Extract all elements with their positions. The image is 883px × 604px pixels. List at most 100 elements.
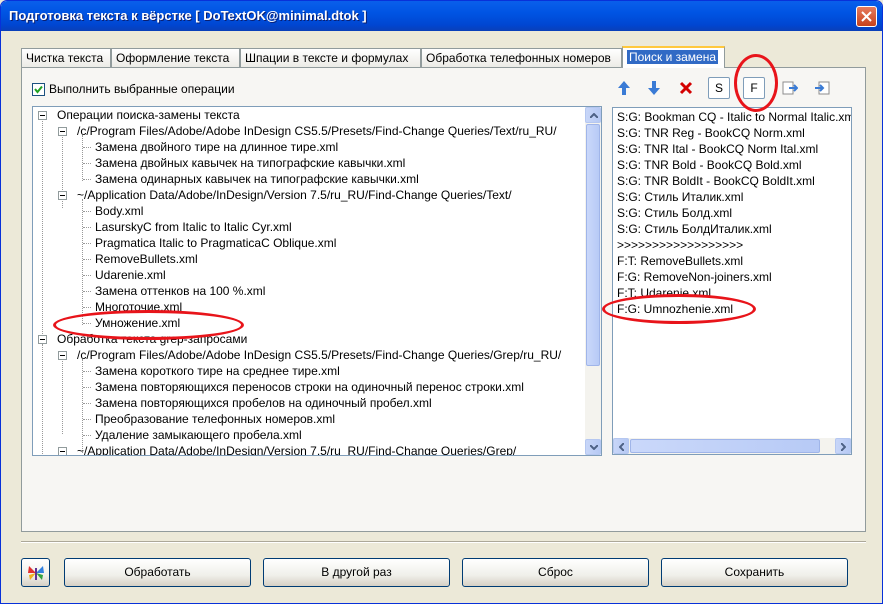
save-button[interactable]: Сохранить: [661, 558, 848, 587]
list-item[interactable]: S:G: TNR Reg - BookCQ Norm.xml: [617, 125, 805, 141]
export-icon: [782, 81, 799, 95]
tree-item[interactable]: LasurskyC from Italic to Italic Cyr.xml: [95, 219, 292, 235]
list-item[interactable]: S:G: Стиль Болд.xml: [617, 205, 732, 221]
scroll-thumb[interactable]: [630, 439, 820, 453]
tree-node-grep-ops[interactable]: Обработка текста grep-запросами: [57, 331, 247, 347]
tree-item[interactable]: Udarenie.xml: [95, 267, 166, 283]
tree-guide: [83, 211, 91, 212]
tree-item[interactable]: Замена одинарных кавычек на типографские…: [95, 171, 419, 187]
tree-item[interactable]: Преобразование телефонных номеров.xml: [95, 411, 335, 427]
tree-item[interactable]: Замена короткого тире на среднее тире.xm…: [95, 363, 340, 379]
tree-item[interactable]: Умножение.xml: [95, 315, 180, 331]
tree-node-folder[interactable]: /c/Program Files/Adobe/Adobe InDesign CS…: [77, 347, 561, 363]
tree-item[interactable]: Pragmatica Italic to PragmaticaC Oblique…: [95, 235, 336, 251]
tree-item[interactable]: Замена повторяющихся переносов строки на…: [95, 379, 524, 395]
collapse-toggle[interactable]: [58, 127, 67, 136]
collapse-toggle[interactable]: [58, 351, 67, 360]
list-item[interactable]: S:G: Bookman CQ - Italic to Normal Itali…: [617, 109, 851, 125]
run-selected-option[interactable]: Выполнить выбранные операции: [32, 82, 235, 96]
title-bar[interactable]: Подготовка текста к вёрстке [ DoTextOK@m…: [1, 1, 882, 31]
tree-node-text-ops[interactable]: Операции поиска-замены текста: [57, 107, 240, 123]
list-item[interactable]: F:T: RemoveBullets.xml: [617, 253, 743, 269]
run-selected-label: Выполнить выбранные операции: [49, 82, 235, 96]
arrow-up-icon: [618, 81, 630, 95]
tree-item[interactable]: Замена повторяющихся пробелов на одиночн…: [95, 395, 432, 411]
collapse-toggle[interactable]: [58, 191, 67, 200]
tree-node-folder[interactable]: /c/Program Files/Adobe/Adobe InDesign CS…: [77, 123, 557, 139]
collapse-toggle[interactable]: [58, 447, 67, 455]
reset-button[interactable]: Сброс: [462, 558, 649, 587]
chevron-left-icon: [619, 443, 624, 451]
list-item[interactable]: S:G: TNR BoldIt - BookCQ BoldIt.xml: [617, 173, 815, 189]
tree-guide: [83, 435, 91, 436]
list-item[interactable]: F:T: Udarenie.xml: [617, 285, 711, 301]
app-logo-button[interactable]: [21, 558, 50, 587]
scroll-thumb[interactable]: [586, 124, 600, 366]
tree-guide: [83, 179, 91, 180]
delete-button[interactable]: [675, 77, 697, 99]
list-item[interactable]: S:G: TNR Bold - BookCQ Bold.xml: [617, 157, 802, 173]
tree-item[interactable]: Многоточие.xml: [95, 299, 182, 315]
dialog-window: Подготовка текста к вёрстке [ DoTextOK@m…: [0, 0, 883, 604]
list-separator[interactable]: >>>>>>>>>>>>>>>>>>: [617, 237, 743, 253]
tree-guide: [82, 359, 83, 453]
list-item[interactable]: F:G: Umnozhenie.xml: [617, 301, 733, 317]
chevron-down-icon: [590, 445, 598, 450]
tree-guide: [83, 243, 91, 244]
tab-formatting[interactable]: Оформление текста: [111, 48, 240, 67]
tree-item[interactable]: RemoveBullets.xml: [95, 251, 198, 267]
tree-item[interactable]: Замена двойного тире на длинное тире.xml: [95, 139, 338, 155]
tree-guide: [83, 291, 91, 292]
list-item[interactable]: S:G: Стиль Италик.xml: [617, 189, 743, 205]
tree-guide: [83, 307, 91, 308]
tree-guide: [83, 275, 91, 276]
list-item[interactable]: S:G: Стиль БолдИталик.xml: [617, 221, 772, 237]
tree-guide: [83, 227, 91, 228]
list-item[interactable]: S:G: TNR Ital - BookCQ Norm Ital.xml: [617, 141, 818, 157]
tree-node-folder[interactable]: ~/Application Data/Adobe/InDesign/Versio…: [77, 187, 512, 203]
tree-item[interactable]: Замена двойных кавычек на типографские к…: [95, 155, 405, 171]
import-button[interactable]: [811, 77, 833, 99]
scroll-right-button[interactable]: [835, 438, 851, 454]
tab-cleanup[interactable]: Чистка текста: [21, 48, 111, 67]
scroll-down-button[interactable]: [585, 439, 601, 455]
tree-guide: [83, 147, 91, 148]
tree-guide: [42, 119, 43, 336]
process-button[interactable]: Обработать: [64, 558, 251, 587]
export-button[interactable]: [779, 77, 801, 99]
butterfly-icon: [27, 566, 44, 580]
move-up-button[interactable]: [613, 77, 635, 99]
collapse-toggle[interactable]: [38, 335, 47, 344]
close-icon: [861, 11, 872, 22]
scroll-left-button[interactable]: [613, 438, 629, 454]
close-button[interactable]: [856, 6, 877, 27]
tab-spaces[interactable]: Шпации в тексте и формулах: [240, 48, 421, 67]
scroll-up-button[interactable]: [585, 107, 601, 123]
tree-item[interactable]: Body.xml: [95, 203, 143, 219]
tree-guide: [83, 419, 91, 420]
move-down-button[interactable]: [643, 77, 665, 99]
tree-item[interactable]: Удаление замыкающего пробела.xml: [95, 427, 302, 443]
tree-guide: [62, 359, 63, 434]
run-selected-checkbox[interactable]: [32, 82, 45, 96]
tree-guide: [83, 323, 91, 324]
list-horizontal-scrollbar[interactable]: [613, 438, 851, 454]
later-button[interactable]: В другой раз: [263, 558, 450, 587]
tree-node-folder[interactable]: ~/Application Data/Adobe/InDesign/Versio…: [77, 443, 516, 455]
operations-tree[interactable]: Операции поиска-замены текста /c/Program…: [32, 106, 602, 456]
selected-operations-list[interactable]: S:G: Bookman CQ - Italic to Normal Itali…: [612, 107, 852, 455]
delete-x-icon: [679, 81, 693, 95]
collapse-toggle[interactable]: [38, 111, 47, 120]
tab-phone-numbers[interactable]: Обработка телефонных номеров: [421, 48, 622, 67]
tree-vertical-scrollbar[interactable]: [585, 107, 601, 455]
f-filter-button[interactable]: F: [743, 77, 765, 99]
import-icon: [815, 81, 830, 95]
footer-separator: [21, 541, 866, 543]
chevron-right-icon: [841, 443, 846, 451]
tree-item[interactable]: Замена оттенков на 100 %.xml: [95, 283, 265, 299]
s-filter-button[interactable]: S: [708, 77, 730, 99]
tree-guide: [82, 135, 83, 181]
tab-find-replace[interactable]: Поиск и замена: [622, 46, 725, 68]
window-title: Подготовка текста к вёрстке [ DoTextOK@m…: [9, 8, 367, 23]
list-item[interactable]: F:G: RemoveNon-joiners.xml: [617, 269, 772, 285]
